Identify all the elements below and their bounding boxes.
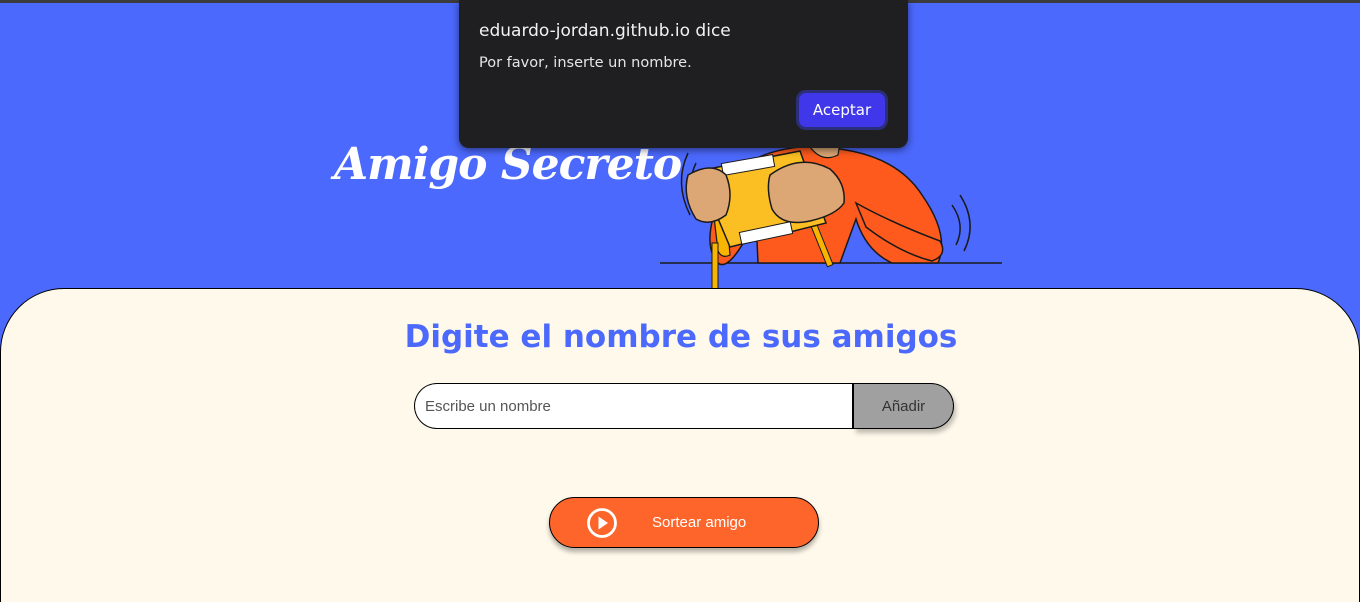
alert-dialog: eduardo-jordan.github.io dice Por favor,…	[459, 0, 908, 148]
ok-button[interactable]: Aceptar	[796, 90, 888, 130]
dialog-message: Por favor, inserte un nombre.	[479, 55, 692, 71]
draw-button-label: Sortear amigo	[652, 514, 747, 531]
add-friend-form: Añadir	[414, 383, 954, 429]
draw-friend-button[interactable]: Sortear amigo	[549, 497, 819, 548]
dialog-origin: eduardo-jordan.github.io dice	[479, 21, 731, 41]
play-circle-icon	[587, 508, 617, 538]
person-with-game-console-illustration	[660, 142, 1002, 295]
main-panel: Digite el nombre de sus amigos Añadir So…	[0, 288, 1360, 602]
section-subtitle: Digite el nombre de sus amigos	[404, 319, 958, 355]
add-button[interactable]: Añadir	[854, 383, 954, 429]
name-input[interactable]	[414, 383, 854, 429]
